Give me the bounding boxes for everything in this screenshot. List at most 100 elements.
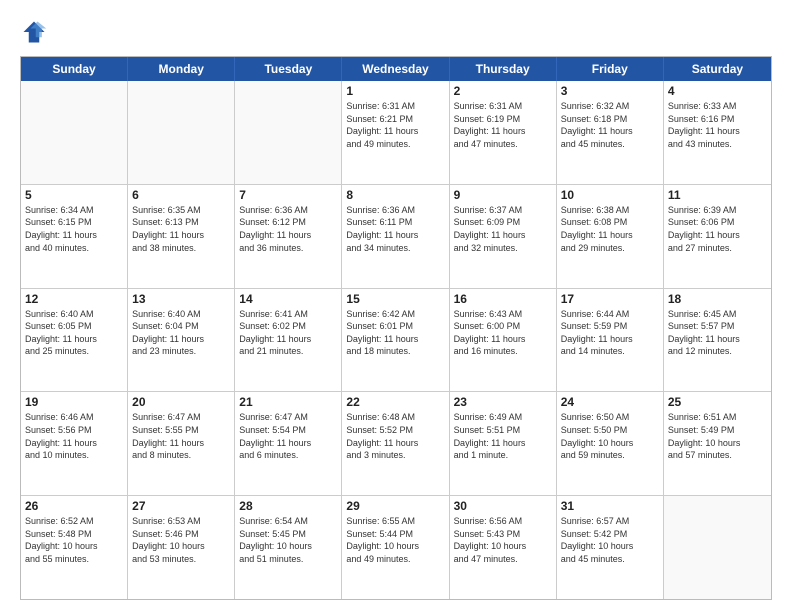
day-info-16: Sunrise: 6:43 AM Sunset: 6:00 PM Dayligh… bbox=[454, 308, 552, 358]
day-cell-4: 4 Sunrise: 6:33 AM Sunset: 6:16 PM Daylig… bbox=[664, 81, 771, 184]
day-info-19: Sunrise: 6:46 AM Sunset: 5:56 PM Dayligh… bbox=[25, 411, 123, 461]
day-number-7: 7 bbox=[239, 188, 337, 202]
day-number-9: 9 bbox=[454, 188, 552, 202]
day-cell-10: 10 Sunrise: 6:38 AM Sunset: 6:08 PM Dayli… bbox=[557, 185, 664, 288]
day-number-14: 14 bbox=[239, 292, 337, 306]
day-number-16: 16 bbox=[454, 292, 552, 306]
weekday-header-tuesday: Tuesday bbox=[235, 57, 342, 81]
day-number-6: 6 bbox=[132, 188, 230, 202]
day-info-6: Sunrise: 6:35 AM Sunset: 6:13 PM Dayligh… bbox=[132, 204, 230, 254]
day-cell-29: 29 Sunrise: 6:55 AM Sunset: 5:44 PM Dayli… bbox=[342, 496, 449, 599]
day-number-13: 13 bbox=[132, 292, 230, 306]
calendar: SundayMondayTuesdayWednesdayThursdayFrid… bbox=[20, 56, 772, 600]
day-number-18: 18 bbox=[668, 292, 767, 306]
day-number-23: 23 bbox=[454, 395, 552, 409]
day-info-12: Sunrise: 6:40 AM Sunset: 6:05 PM Dayligh… bbox=[25, 308, 123, 358]
weekday-header-friday: Friday bbox=[557, 57, 664, 81]
day-number-5: 5 bbox=[25, 188, 123, 202]
day-cell-20: 20Sunrise: 6:47 AM Sunset: 5:55 PM Dayli… bbox=[128, 392, 235, 495]
weekday-header-saturday: Saturday bbox=[664, 57, 771, 81]
day-number-4: 4 bbox=[668, 84, 767, 98]
day-number-1: 1 bbox=[346, 84, 444, 98]
calendar-row-2: 12 Sunrise: 6:40 AM Sunset: 6:05 PM Dayli… bbox=[21, 288, 771, 392]
day-info-22: Sunrise: 6:48 AM Sunset: 5:52 PM Dayligh… bbox=[346, 411, 444, 461]
day-cell-30: 30Sunrise: 6:56 AM Sunset: 5:43 PM Dayli… bbox=[450, 496, 557, 599]
logo-icon bbox=[20, 18, 48, 46]
day-cell-24: 24Sunrise: 6:50 AM Sunset: 5:50 PM Dayli… bbox=[557, 392, 664, 495]
day-cell-12: 12 Sunrise: 6:40 AM Sunset: 6:05 PM Dayli… bbox=[21, 289, 128, 392]
day-info-28: Sunrise: 6:54 AM Sunset: 5:45 PM Dayligh… bbox=[239, 515, 337, 565]
calendar-header: SundayMondayTuesdayWednesdayThursdayFrid… bbox=[21, 57, 771, 81]
logo bbox=[20, 18, 52, 46]
weekday-header-sunday: Sunday bbox=[21, 57, 128, 81]
day-cell-17: 17Sunrise: 6:44 AM Sunset: 5:59 PM Dayli… bbox=[557, 289, 664, 392]
day-cell-26: 26Sunrise: 6:52 AM Sunset: 5:48 PM Dayli… bbox=[21, 496, 128, 599]
header bbox=[20, 18, 772, 46]
day-number-2: 2 bbox=[454, 84, 552, 98]
day-info-4: Sunrise: 6:33 AM Sunset: 6:16 PM Dayligh… bbox=[668, 100, 767, 150]
calendar-row-1: 5 Sunrise: 6:34 AM Sunset: 6:15 PM Daylig… bbox=[21, 184, 771, 288]
day-number-11: 11 bbox=[668, 188, 767, 202]
day-cell-16: 16 Sunrise: 6:43 AM Sunset: 6:00 PM Dayli… bbox=[450, 289, 557, 392]
calendar-row-3: 19 Sunrise: 6:46 AM Sunset: 5:56 PM Dayli… bbox=[21, 391, 771, 495]
day-info-13: Sunrise: 6:40 AM Sunset: 6:04 PM Dayligh… bbox=[132, 308, 230, 358]
day-cell-9: 9 Sunrise: 6:37 AM Sunset: 6:09 PM Daylig… bbox=[450, 185, 557, 288]
weekday-header-monday: Monday bbox=[128, 57, 235, 81]
day-info-21: Sunrise: 6:47 AM Sunset: 5:54 PM Dayligh… bbox=[239, 411, 337, 461]
day-number-15: 15 bbox=[346, 292, 444, 306]
calendar-body: 1 Sunrise: 6:31 AM Sunset: 6:21 PM Daylig… bbox=[21, 81, 771, 599]
day-info-25: Sunrise: 6:51 AM Sunset: 5:49 PM Dayligh… bbox=[668, 411, 767, 461]
day-info-27: Sunrise: 6:53 AM Sunset: 5:46 PM Dayligh… bbox=[132, 515, 230, 565]
day-number-12: 12 bbox=[25, 292, 123, 306]
day-cell-13: 13 Sunrise: 6:40 AM Sunset: 6:04 PM Dayli… bbox=[128, 289, 235, 392]
empty-cell-0-0 bbox=[21, 81, 128, 184]
day-number-8: 8 bbox=[346, 188, 444, 202]
day-info-2: Sunrise: 6:31 AM Sunset: 6:19 PM Dayligh… bbox=[454, 100, 552, 150]
day-number-29: 29 bbox=[346, 499, 444, 513]
day-info-29: Sunrise: 6:55 AM Sunset: 5:44 PM Dayligh… bbox=[346, 515, 444, 565]
day-info-14: Sunrise: 6:41 AM Sunset: 6:02 PM Dayligh… bbox=[239, 308, 337, 358]
day-cell-1: 1 Sunrise: 6:31 AM Sunset: 6:21 PM Daylig… bbox=[342, 81, 449, 184]
day-number-21: 21 bbox=[239, 395, 337, 409]
day-number-31: 31 bbox=[561, 499, 659, 513]
day-cell-14: 14 Sunrise: 6:41 AM Sunset: 6:02 PM Dayli… bbox=[235, 289, 342, 392]
day-cell-22: 22Sunrise: 6:48 AM Sunset: 5:52 PM Dayli… bbox=[342, 392, 449, 495]
day-cell-25: 25 Sunrise: 6:51 AM Sunset: 5:49 PM Dayli… bbox=[664, 392, 771, 495]
day-info-11: Sunrise: 6:39 AM Sunset: 6:06 PM Dayligh… bbox=[668, 204, 767, 254]
day-cell-2: 2 Sunrise: 6:31 AM Sunset: 6:19 PM Daylig… bbox=[450, 81, 557, 184]
day-info-7: Sunrise: 6:36 AM Sunset: 6:12 PM Dayligh… bbox=[239, 204, 337, 254]
day-cell-5: 5 Sunrise: 6:34 AM Sunset: 6:15 PM Daylig… bbox=[21, 185, 128, 288]
day-info-10: Sunrise: 6:38 AM Sunset: 6:08 PM Dayligh… bbox=[561, 204, 659, 254]
day-info-5: Sunrise: 6:34 AM Sunset: 6:15 PM Dayligh… bbox=[25, 204, 123, 254]
day-info-18: Sunrise: 6:45 AM Sunset: 5:57 PM Dayligh… bbox=[668, 308, 767, 358]
day-number-3: 3 bbox=[561, 84, 659, 98]
day-cell-8: 8Sunrise: 6:36 AM Sunset: 6:11 PM Daylig… bbox=[342, 185, 449, 288]
day-cell-31: 31 Sunrise: 6:57 AM Sunset: 5:42 PM Dayli… bbox=[557, 496, 664, 599]
day-info-1: Sunrise: 6:31 AM Sunset: 6:21 PM Dayligh… bbox=[346, 100, 444, 150]
day-info-26: Sunrise: 6:52 AM Sunset: 5:48 PM Dayligh… bbox=[25, 515, 123, 565]
day-number-19: 19 bbox=[25, 395, 123, 409]
day-info-3: Sunrise: 6:32 AM Sunset: 6:18 PM Dayligh… bbox=[561, 100, 659, 150]
day-info-9: Sunrise: 6:37 AM Sunset: 6:09 PM Dayligh… bbox=[454, 204, 552, 254]
day-cell-28: 28Sunrise: 6:54 AM Sunset: 5:45 PM Dayli… bbox=[235, 496, 342, 599]
calendar-row-4: 26Sunrise: 6:52 AM Sunset: 5:48 PM Dayli… bbox=[21, 495, 771, 599]
empty-cell-4-6 bbox=[664, 496, 771, 599]
day-number-10: 10 bbox=[561, 188, 659, 202]
weekday-header-wednesday: Wednesday bbox=[342, 57, 449, 81]
day-cell-3: 3 Sunrise: 6:32 AM Sunset: 6:18 PM Daylig… bbox=[557, 81, 664, 184]
day-cell-7: 7 Sunrise: 6:36 AM Sunset: 6:12 PM Daylig… bbox=[235, 185, 342, 288]
day-number-25: 25 bbox=[668, 395, 767, 409]
day-cell-11: 11 Sunrise: 6:39 AM Sunset: 6:06 PM Dayli… bbox=[664, 185, 771, 288]
day-info-31: Sunrise: 6:57 AM Sunset: 5:42 PM Dayligh… bbox=[561, 515, 659, 565]
weekday-header-thursday: Thursday bbox=[450, 57, 557, 81]
day-number-30: 30 bbox=[454, 499, 552, 513]
empty-cell-0-2 bbox=[235, 81, 342, 184]
calendar-row-0: 1 Sunrise: 6:31 AM Sunset: 6:21 PM Daylig… bbox=[21, 81, 771, 184]
empty-cell-0-1 bbox=[128, 81, 235, 184]
day-cell-21: 21 Sunrise: 6:47 AM Sunset: 5:54 PM Dayli… bbox=[235, 392, 342, 495]
day-cell-15: 15Sunrise: 6:42 AM Sunset: 6:01 PM Dayli… bbox=[342, 289, 449, 392]
day-cell-19: 19 Sunrise: 6:46 AM Sunset: 5:56 PM Dayli… bbox=[21, 392, 128, 495]
day-number-17: 17 bbox=[561, 292, 659, 306]
day-number-24: 24 bbox=[561, 395, 659, 409]
day-number-20: 20 bbox=[132, 395, 230, 409]
